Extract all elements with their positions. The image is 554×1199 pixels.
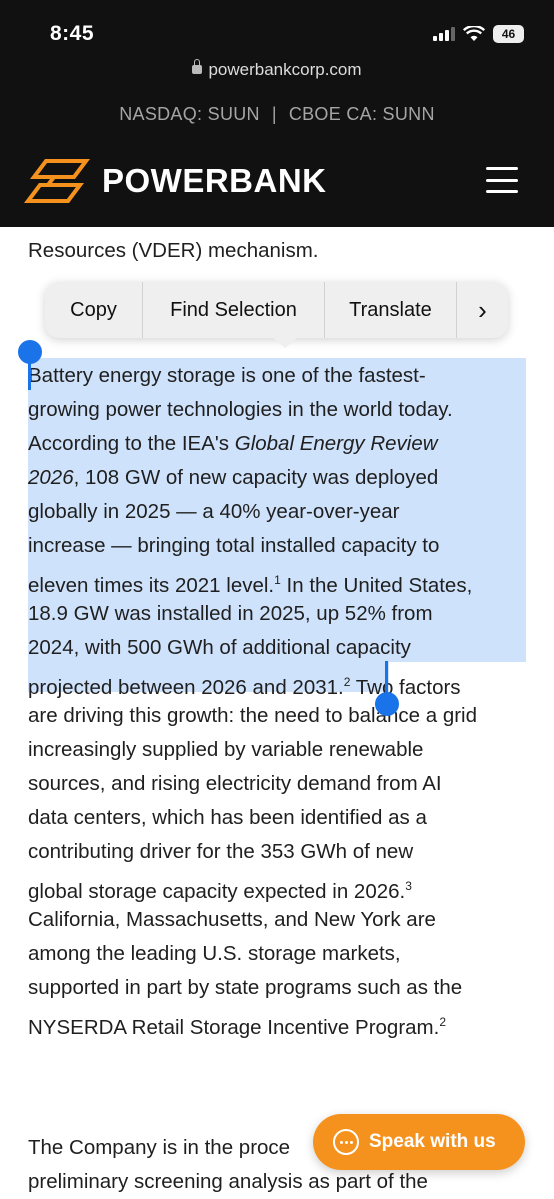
- chat-bubble-icon: [333, 1129, 359, 1155]
- menu-pointer: [273, 338, 297, 348]
- paragraph-line: increasingly supplied by variable renewa…: [28, 738, 424, 761]
- paragraph-line: among the leading U.S. storage markets,: [28, 942, 401, 965]
- paragraph-line: growing power technologies in the world …: [28, 398, 453, 421]
- text-run: In the United States,: [280, 573, 473, 597]
- logo[interactable]: POWERBANK: [24, 158, 327, 204]
- text-run: , 108 GW of new capacity was deployed: [73, 466, 439, 489]
- translate-menu-item[interactable]: Translate: [325, 282, 457, 338]
- ticker-separator: |: [271, 104, 277, 124]
- paragraph-line: 2024, with 500 GWh of additional capacit…: [28, 636, 411, 659]
- paragraph-line: supported in part by state programs such…: [28, 976, 463, 999]
- text-run: projected between 2026 and 2031.: [28, 675, 344, 699]
- publication-title: 2026: [28, 466, 74, 489]
- hamburger-menu-icon[interactable]: [486, 167, 518, 193]
- ticker-nasdaq: NASDAQ: SUUN: [119, 104, 260, 124]
- footnote-ref[interactable]: 1: [274, 573, 281, 587]
- wifi-icon: [463, 26, 485, 41]
- paragraph-line: NYSERDA Retail Storage Incentive Program…: [28, 1009, 446, 1041]
- footnote-ref[interactable]: 3: [405, 879, 412, 893]
- address-bar[interactable]: powerbankcorp.com: [0, 59, 554, 80]
- paragraph-line: 2026, 108 GW of new capacity was deploye…: [28, 465, 438, 491]
- status-time: 8:45: [50, 22, 95, 45]
- status-icons: 46: [433, 25, 524, 43]
- text-run: NYSERDA Retail Storage Incentive Program…: [28, 1015, 440, 1039]
- footnote-ref[interactable]: 2: [439, 1015, 446, 1029]
- text-run: According to the IEA's: [28, 432, 235, 455]
- paragraph-line: data centers, which has been identified …: [28, 806, 427, 829]
- paragraph-line: The Company is in the proce: [28, 1136, 291, 1159]
- paragraph-line: global storage capacity expected in 2026…: [28, 873, 412, 905]
- text-selection-menu: Copy Find Selection Translate ›: [45, 282, 508, 348]
- paragraph-line: increase — bringing total installed capa…: [28, 534, 440, 557]
- paragraph-line: eleven times its 2021 level.1 In the Uni…: [28, 567, 472, 599]
- paragraph-line: globally in 2025 — a 40% year-over-year: [28, 500, 400, 523]
- lock-icon: [192, 59, 203, 74]
- paragraph-line: California, Massachusetts, and New York …: [28, 908, 436, 931]
- more-chevron-icon[interactable]: ›: [457, 282, 508, 338]
- battery-icon: 46: [493, 25, 524, 43]
- site-header: 8:45 46 powerbankcorp.com NASDAQ: SUUN | C…: [0, 0, 554, 227]
- brand-name: POWERBANK: [102, 162, 327, 199]
- text-run: eleven times its 2021 level.: [28, 573, 275, 597]
- paragraph-line: 18.9 GW was installed in 2025, up 52% fr…: [28, 602, 433, 625]
- powerbank-logo-icon: [24, 159, 90, 203]
- paragraph-line: Resources (VDER) mechanism.: [28, 239, 319, 262]
- paragraph-line: Battery energy storage is one of the fas…: [28, 364, 426, 387]
- paragraph-line: According to the IEA's Global Energy Rev…: [28, 431, 438, 457]
- cellular-signal-icon: [433, 27, 455, 41]
- speak-with-us-label: Speak with us: [369, 1131, 496, 1152]
- text-run: Two factors: [350, 675, 461, 699]
- text-run: global storage capacity expected in 2026…: [28, 879, 406, 903]
- paragraph-line: are driving this growth: the need to bal…: [28, 704, 477, 727]
- publication-title: Global Energy Review: [234, 432, 438, 455]
- selection-end-handle[interactable]: [375, 692, 399, 716]
- ticker-cboe: CBOE CA: SUNN: [288, 104, 435, 124]
- paragraph-line: contributing driver for the 353 GWh of n…: [28, 840, 414, 863]
- copy-menu-item[interactable]: Copy: [45, 282, 143, 338]
- selection-end-caret: [385, 661, 388, 693]
- url-text: powerbankcorp.com: [208, 60, 362, 79]
- speak-with-us-button[interactable]: Speak with us: [313, 1114, 525, 1170]
- find-selection-menu-item[interactable]: Find Selection: [143, 282, 325, 338]
- paragraph-line: preliminary screening analysis as part o…: [28, 1170, 428, 1193]
- paragraph-line: sources, and rising electricity demand f…: [28, 772, 442, 795]
- stock-ticker: NASDAQ: SUUN | CBOE CA: SUNN: [0, 104, 554, 125]
- selection-start-caret: [28, 356, 31, 390]
